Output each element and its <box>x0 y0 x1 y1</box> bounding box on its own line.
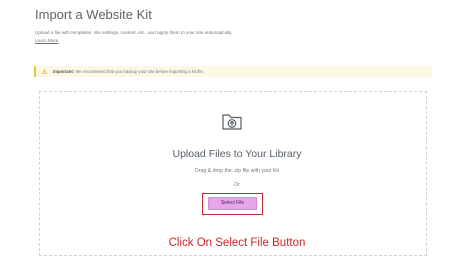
select-file-button[interactable]: Select File <box>208 197 257 210</box>
instruction-caption: Click On Select File Button <box>168 237 306 249</box>
notice-message: We recommend that you backup your site b… <box>75 68 204 74</box>
warning-icon <box>42 69 47 74</box>
folder-upload-icon <box>222 114 242 130</box>
backup-notice: Important: We recommend that you backup … <box>34 66 432 77</box>
page-title: Import a Website Kit <box>35 7 152 22</box>
upload-title: Upload Files to Your Library <box>172 148 302 160</box>
page-description: Upload a file with templates, site setti… <box>35 30 233 35</box>
notice-label: Important: <box>53 68 75 74</box>
or-divider-text: Or <box>234 182 240 188</box>
upload-instructions: Drag & drop the .zip file with your Kit <box>195 168 279 174</box>
notice-text: Important: We recommend that you backup … <box>53 69 204 74</box>
learn-more-link[interactable]: Learn More <box>35 38 59 43</box>
